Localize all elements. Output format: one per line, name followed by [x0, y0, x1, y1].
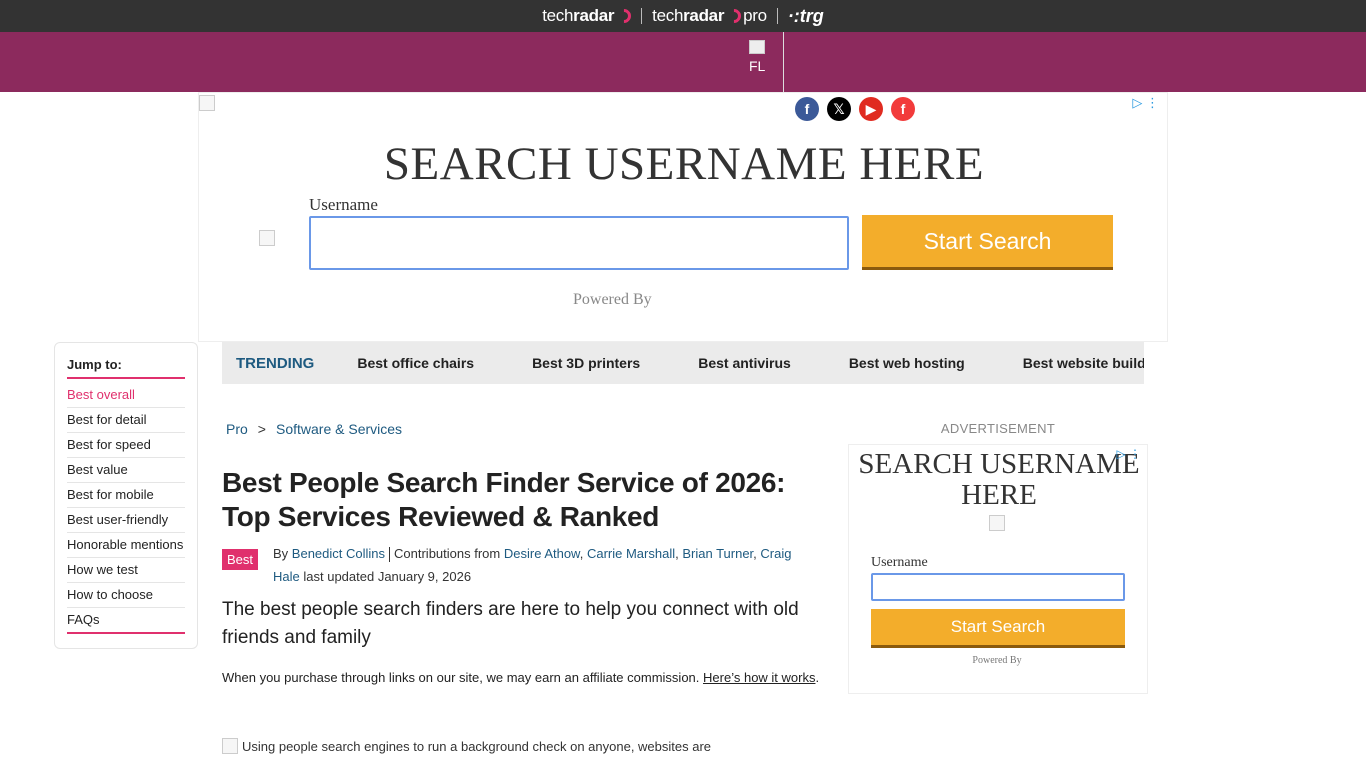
youtube-icon[interactable]: ▶: [859, 97, 883, 121]
header-divider: [783, 32, 784, 92]
jump-item-how-to-choose[interactable]: How to choose: [67, 583, 185, 608]
jump-item-best-overall[interactable]: Best overall: [67, 383, 185, 408]
techradar-pro-brand-pro: pro: [743, 6, 767, 25]
social-links: f 𝕏 ▶ f: [795, 97, 915, 121]
byline-divider: [389, 547, 391, 563]
ad-powered-by: Powered By: [573, 291, 652, 308]
last-updated: last updated January 9, 2026: [303, 569, 472, 584]
trg-brand-link[interactable]: ·:trg: [778, 6, 834, 27]
side-advertisement: SEARCH USERNAME HERE Username Start Sear…: [848, 444, 1148, 694]
trending-item[interactable]: Best web hosting: [849, 355, 965, 371]
site-header: FL: [0, 32, 1366, 92]
side-ad-title: SEARCH USERNAME HERE: [858, 448, 1140, 511]
article-standfirst: The best people search finders are here …: [222, 599, 799, 648]
jump-item-best-for-mobile[interactable]: Best for mobile: [67, 483, 185, 508]
x-icon[interactable]: 𝕏: [827, 97, 851, 121]
radar-icon: [724, 6, 745, 26]
techradar-pro-brand-link[interactable]: tech radar pro: [642, 6, 777, 26]
jump-item-honorable-mentions[interactable]: Honorable mentions: [67, 533, 185, 558]
breadcrumb-separator: >: [257, 421, 266, 437]
radar-icon: [614, 6, 635, 26]
affiliate-disclosure: When you purchase through links on our s…: [222, 670, 820, 685]
ad-username-label: Username: [309, 195, 378, 214]
best-badge: Best: [222, 549, 259, 570]
broken-image-icon: [749, 40, 765, 54]
adchoices-icon[interactable]: ▷ ⋮: [1132, 95, 1159, 111]
techradar-pro-brand-radar: radar: [683, 6, 725, 25]
contributor-link[interactable]: Brian Turner: [682, 546, 753, 561]
adchoices-icon[interactable]: ▷ ⋮: [1116, 447, 1141, 461]
affiliate-text: When you purchase through links on our s…: [222, 670, 700, 685]
broken-image-icon: [199, 95, 215, 111]
trending-item[interactable]: Best 3D printers: [532, 355, 640, 371]
breadcrumb-pro[interactable]: Pro: [226, 421, 248, 437]
flipboard-icon[interactable]: f: [891, 97, 915, 121]
affiliate-how-it-works-link[interactable]: Here’s how it works: [703, 670, 815, 685]
site-logo-alt-text: FL: [749, 58, 766, 74]
trending-item[interactable]: Best antivirus: [698, 355, 791, 371]
jump-item-how-we-test[interactable]: How we test: [67, 558, 185, 583]
article-headline: Best People Search Finder Service of 202…: [222, 467, 786, 532]
trending-item[interactable]: Best office chairs: [357, 355, 474, 371]
ad-title: SEARCH USERNAME HERE: [383, 138, 985, 190]
byline-by: By: [273, 546, 289, 561]
advertisement-label: ADVERTISEMENT: [940, 421, 1056, 436]
trending-item[interactable]: Best website builder: [1023, 355, 1144, 371]
jump-to-nav: Jump to: Best overall Best for detail Be…: [54, 342, 198, 649]
side-ad-start-search-button[interactable]: Start Search: [871, 609, 1125, 648]
article-byline: By Benedict Collins Contributions from De…: [273, 546, 792, 584]
side-ad-username-input[interactable]: [871, 573, 1125, 601]
breadcrumb: Pro > Software & Services: [226, 421, 402, 437]
broken-image-icon: [989, 515, 1005, 531]
site-logo[interactable]: FL: [749, 40, 765, 74]
byline-contributions: Contributions from: [394, 546, 501, 561]
techradar-brand-tech: tech: [542, 6, 574, 25]
network-brand-bar: tech radar tech radar pro ·:trg: [0, 0, 1366, 32]
broken-image-icon: [259, 230, 275, 246]
breadcrumb-software-services[interactable]: Software & Services: [276, 421, 402, 437]
contributor-link[interactable]: Desire Athow: [504, 546, 580, 561]
jump-item-faqs[interactable]: FAQs: [67, 608, 185, 634]
jump-item-best-for-detail[interactable]: Best for detail: [67, 408, 185, 433]
contributor-link[interactable]: Carrie Marshall: [587, 546, 675, 561]
techradar-brand-link[interactable]: tech radar: [532, 6, 641, 26]
ad-start-search-button[interactable]: Start Search: [862, 215, 1113, 270]
jump-item-best-user-friendly[interactable]: Best user-friendly: [67, 508, 185, 533]
trending-bar: TRENDING Best office chairs Best 3D prin…: [222, 342, 1144, 384]
jump-to-title: Jump to:: [67, 357, 185, 379]
trending-label: TRENDING: [236, 354, 315, 372]
side-ad-username-label: Username: [871, 555, 928, 570]
article-image-row: Using people search engines to run a bac…: [222, 738, 822, 754]
techradar-pro-brand-tech: tech: [652, 6, 684, 25]
ad-username-input[interactable]: [309, 216, 849, 270]
side-ad-powered-by: Powered By: [972, 655, 1022, 666]
author-link[interactable]: Benedict Collins: [292, 546, 385, 561]
jump-item-best-for-speed[interactable]: Best for speed: [67, 433, 185, 458]
broken-image-icon: [222, 738, 238, 754]
jump-item-best-value[interactable]: Best value: [67, 458, 185, 483]
facebook-icon[interactable]: f: [795, 97, 819, 121]
image-alt-text: Using people search engines to run a bac…: [242, 738, 712, 754]
top-advertisement: SEARCH USERNAME HERE Username Start Sear…: [198, 92, 1168, 342]
techradar-brand-radar: radar: [573, 6, 615, 25]
